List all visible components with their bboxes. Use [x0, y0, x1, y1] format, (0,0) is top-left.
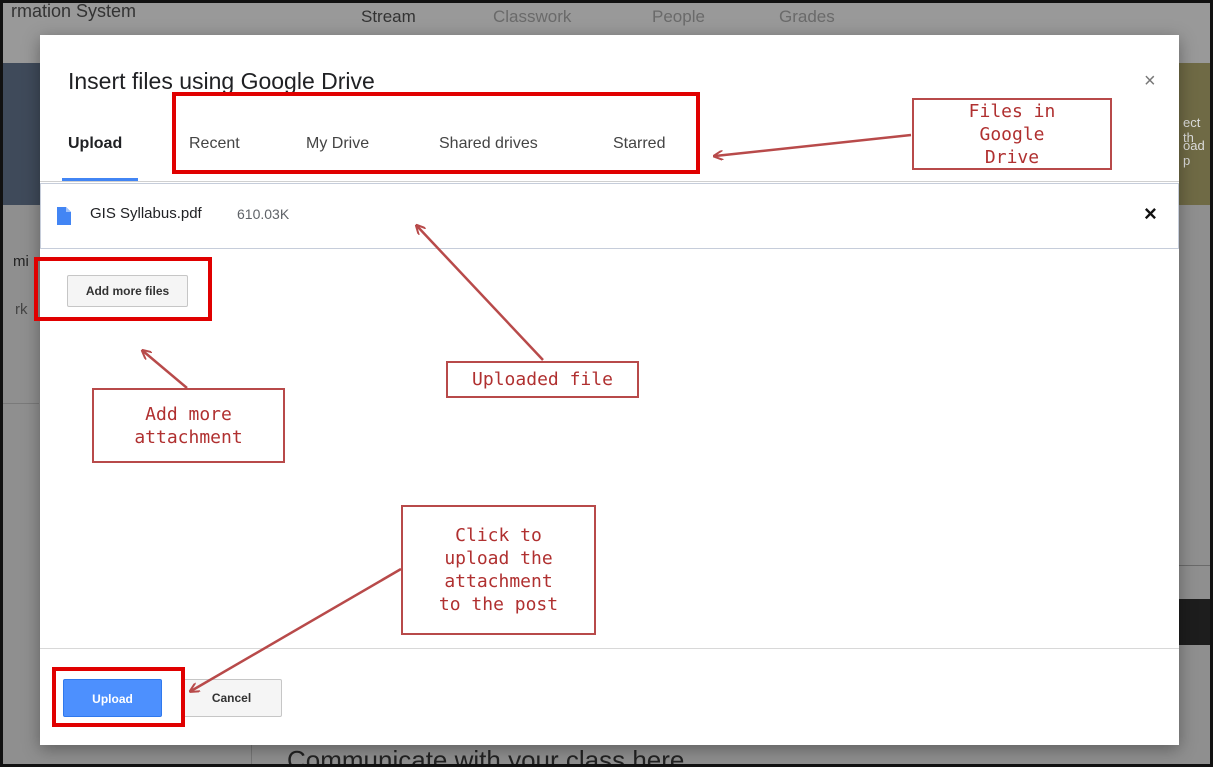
cancel-button[interactable]: Cancel	[181, 679, 282, 717]
note-uploaded-file: Uploaded file	[446, 361, 639, 398]
tabs-divider	[40, 181, 1179, 182]
upload-button[interactable]: Upload	[63, 679, 162, 717]
document-icon	[57, 207, 71, 225]
note-add-more-attachment-text: Add more attachment	[134, 403, 243, 448]
file-size: 610.03K	[237, 206, 290, 222]
add-more-files-button[interactable]: Add more files	[67, 275, 188, 307]
note-files-in-drive-text: Files in Google Drive	[968, 100, 1056, 168]
note-click-to-upload-text: Click to upload the attachment to the po…	[438, 525, 559, 615]
close-icon[interactable]: ×	[1144, 70, 1156, 93]
tab-recent[interactable]: Recent	[189, 135, 240, 153]
background-app-title: rmation System	[11, 1, 137, 21]
note-click-to-upload: Click to upload the attachment to the po…	[401, 505, 596, 635]
note-add-more-attachment: Add more attachment	[92, 388, 285, 463]
tab-my-drive[interactable]: My Drive	[306, 135, 369, 153]
background-footer-text: Communicate with your class here	[287, 745, 685, 767]
note-uploaded-file-text: Uploaded file	[472, 369, 613, 390]
uploaded-file-row: GIS Syllabus.pdf 610.03K ×	[40, 183, 1179, 249]
background-side-text: mi	[13, 253, 29, 270]
background-tab-classwork: Classwork	[493, 7, 572, 26]
tab-upload[interactable]: Upload	[68, 135, 122, 153]
background-side-text: rk	[15, 301, 28, 318]
background-divider	[3, 403, 39, 404]
tab-shared-drives[interactable]: Shared drives	[439, 135, 538, 153]
footer-divider	[40, 648, 1179, 649]
note-files-in-drive: Files in Google Drive	[912, 98, 1112, 170]
tab-starred[interactable]: Starred	[613, 135, 665, 153]
background-side-text: oad p	[1183, 138, 1205, 168]
dialog-title: Insert files using Google Drive	[68, 68, 375, 94]
screenshot-frame: rmation System Stream Classwork People G…	[0, 0, 1213, 767]
background-tab-people: People	[652, 7, 705, 26]
file-name: GIS Syllabus.pdf	[90, 205, 202, 222]
remove-file-icon[interactable]: ×	[1144, 201, 1157, 227]
background-tab-grades: Grades	[779, 7, 835, 26]
background-tab-stream: Stream	[361, 7, 416, 26]
background-divider	[251, 745, 252, 764]
